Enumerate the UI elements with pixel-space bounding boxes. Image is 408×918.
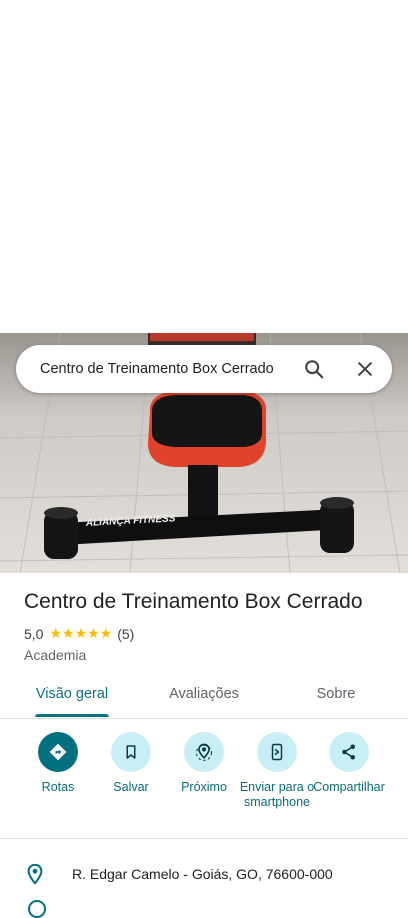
tab-about[interactable]: Sobre <box>300 676 372 718</box>
share-label: Compartilhar <box>313 780 385 794</box>
place-tabs: Visão geral Avaliações Sobre <box>0 676 408 719</box>
search-query[interactable]: Centro de Treinamento Box Cerrado <box>40 345 274 393</box>
blank-map-area <box>0 0 408 333</box>
save-label: Salvar <box>113 780 149 794</box>
nearby-icon <box>184 732 224 772</box>
active-tab-indicator <box>35 714 109 717</box>
bookmark-icon <box>111 732 151 772</box>
directions-button[interactable]: Rotas <box>20 732 96 795</box>
close-icon[interactable] <box>349 353 381 385</box>
review-count[interactable]: (5) <box>117 626 134 642</box>
address-row[interactable]: R. Edgar Camelo - Goiás, GO, 76600-000 <box>0 852 408 898</box>
nearby-button[interactable]: Próximo <box>166 732 242 795</box>
tab-reviews[interactable]: Avaliações <box>156 676 252 718</box>
rating-row[interactable]: 5,0 ★★★★★ (5) <box>24 625 134 642</box>
action-buttons: Rotas Salvar Próximo Enviar para o smart… <box>0 720 408 839</box>
send-to-phone-button[interactable]: Enviar para o smartphone <box>239 732 315 810</box>
rating-value: 5,0 <box>24 625 44 642</box>
save-button[interactable]: Salvar <box>93 732 169 795</box>
send-to-phone-label: Enviar para o smartphone <box>239 780 315 809</box>
place-title: Centro de Treinamento Box Cerrado <box>24 590 363 613</box>
search-icon[interactable] <box>298 353 330 385</box>
location-pin-icon <box>24 862 46 891</box>
nearby-label: Próximo <box>181 780 227 794</box>
search-bar[interactable]: Centro de Treinamento Box Cerrado <box>16 345 392 393</box>
address-text: R. Edgar Camelo - Goiás, GO, 76600-000 <box>72 866 333 882</box>
directions-label: Rotas <box>41 780 75 794</box>
tab-overview[interactable]: Visão geral <box>24 676 120 718</box>
place-category[interactable]: Academia <box>24 647 86 663</box>
clock-icon <box>28 900 46 918</box>
star-rating-icon: ★★★★★ <box>49 625 113 641</box>
send-to-phone-icon <box>257 732 297 772</box>
share-icon <box>329 732 369 772</box>
share-button[interactable]: Compartilhar <box>311 732 387 795</box>
directions-icon <box>38 732 78 772</box>
